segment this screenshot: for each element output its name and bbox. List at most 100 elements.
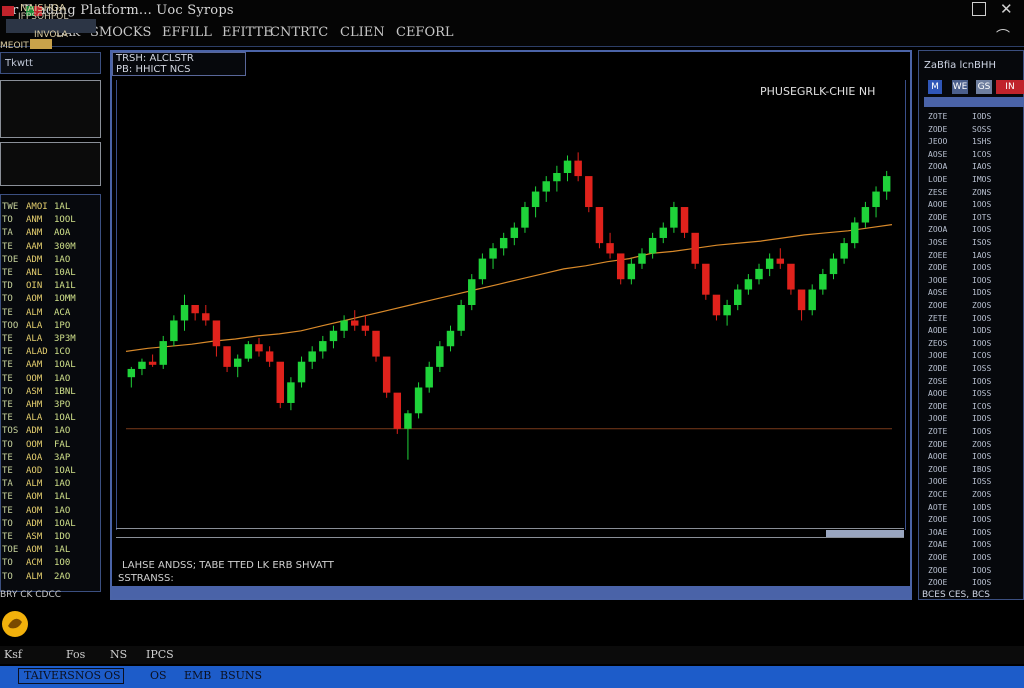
order-book-row[interactable]: ZOOE ZOOS bbox=[928, 301, 1022, 313]
order-book-row[interactable]: JOOE ICOS bbox=[928, 351, 1022, 363]
watchlist-row[interactable]: TO ANM 1OOL bbox=[0, 215, 98, 228]
watchlist-row[interactable]: TE AHM 3PO bbox=[0, 400, 98, 413]
order-book-row[interactable]: ZETE IOOS bbox=[928, 314, 1022, 326]
watchlist-row[interactable]: TE ALA 1OAL bbox=[0, 413, 98, 426]
watchlist-row[interactable]: TO ALM 2AO bbox=[0, 572, 98, 585]
watchlist-row[interactable]: TO ADM 1OAL bbox=[0, 519, 98, 532]
candle-body bbox=[627, 263, 636, 280]
watchlist-row[interactable]: TOE AOM 1AL bbox=[0, 545, 98, 558]
watchlist-row[interactable]: TOO ALA 1PO bbox=[0, 321, 98, 334]
candle bbox=[329, 325, 338, 349]
order-book-row[interactable]: ZOOE IOOS bbox=[928, 515, 1022, 527]
candle-body bbox=[297, 361, 306, 383]
watchlist-row[interactable]: TO AOM 1OMM bbox=[0, 294, 98, 307]
flag-icon[interactable] bbox=[2, 6, 14, 16]
order-book-row[interactable]: ZOOE IBOS bbox=[928, 465, 1022, 477]
tab-1[interactable]: M bbox=[928, 80, 942, 94]
watchlist-row[interactable]: TE AOM 1AO bbox=[0, 506, 98, 519]
watchlist-row[interactable]: TE AOM 1AL bbox=[0, 492, 98, 505]
candle-body bbox=[659, 227, 667, 238]
app-logo-icon[interactable] bbox=[0, 606, 30, 640]
candlestick-chart[interactable] bbox=[116, 80, 904, 530]
order-book-row[interactable]: ZOEE 1AOS bbox=[928, 251, 1022, 263]
bottom-item-3[interactable]: NS bbox=[110, 648, 127, 661]
bottom-item-1[interactable]: Ksf bbox=[4, 648, 22, 661]
order-book-row[interactable]: ZOSE IOOS bbox=[928, 377, 1022, 389]
order-book-row[interactable]: JOOE IDOS bbox=[928, 414, 1022, 426]
watchlist-row[interactable]: TE AOA 3AP bbox=[0, 453, 98, 466]
order-book-row[interactable]: ZOTE IODS bbox=[928, 112, 1022, 124]
order-book-row[interactable]: ZODE ICOS bbox=[928, 402, 1022, 414]
maximize-button[interactable] bbox=[972, 2, 986, 16]
order-book-row[interactable]: ZOAE IOOS bbox=[928, 540, 1022, 552]
order-book-row[interactable]: AOOE 1OOS bbox=[928, 200, 1022, 212]
time-scrollbar[interactable] bbox=[826, 530, 904, 537]
order-book-row[interactable]: ZOOE IOOS bbox=[928, 566, 1022, 578]
watchlist-row[interactable]: TE AAM 300M bbox=[0, 242, 98, 255]
watchlist-row[interactable]: TE ASM 1DO bbox=[0, 532, 98, 545]
menu-item-5[interactable]: CNTRTC bbox=[270, 25, 328, 40]
watchlist-row[interactable]: TE AOD 1OAL bbox=[0, 466, 98, 479]
order-book-row[interactable]: JOAE IOOS bbox=[928, 528, 1022, 540]
tab-4[interactable]: IN bbox=[996, 80, 1024, 94]
watchlist-cell: 1BNL bbox=[54, 386, 76, 397]
watchlist-row[interactable]: TA ALM 1AO bbox=[0, 479, 98, 492]
order-book-row[interactable]: AOSE 1DOS bbox=[928, 288, 1022, 300]
account-box[interactable] bbox=[0, 80, 101, 138]
watchlist-row[interactable]: TE OOM 1AO bbox=[0, 374, 98, 387]
menu-item-7[interactable]: CEFORL bbox=[396, 25, 454, 40]
menu-item-2[interactable]: SMOCKS bbox=[90, 25, 151, 40]
watchlist-row[interactable]: TE AAM 1OAL bbox=[0, 360, 98, 373]
order-book-row[interactable]: ZODE IOOS bbox=[928, 263, 1022, 275]
order-book-row[interactable]: AOSE 1COS bbox=[928, 150, 1022, 162]
watchlist-row[interactable]: TE ALM ACA bbox=[0, 308, 98, 321]
order-book-row[interactable]: ZOOE IOOS bbox=[928, 578, 1022, 590]
order-book-row[interactable]: ZODE IOTS bbox=[928, 213, 1022, 225]
order-book-row[interactable]: LODE IMOS bbox=[928, 175, 1022, 187]
order-book-row[interactable]: ZODE SOSS bbox=[928, 125, 1022, 137]
watchlist-row[interactable]: TE ALAD 1CO bbox=[0, 347, 98, 360]
watchlist-row[interactable]: TO ASM 1BNL bbox=[0, 387, 98, 400]
order-book-row[interactable]: JOOE IOSS bbox=[928, 477, 1022, 489]
order-book-row[interactable]: AOOE IOOS bbox=[928, 452, 1022, 464]
order-book-row[interactable]: AODE 1ODS bbox=[928, 326, 1022, 338]
order-box[interactable] bbox=[0, 142, 101, 186]
order-book-row[interactable]: ZOOA IOOS bbox=[928, 225, 1022, 237]
watchlist-row[interactable]: TWE AMOI 1AL bbox=[0, 202, 98, 215]
menu-item-4[interactable]: EFITTE bbox=[222, 25, 273, 40]
candle bbox=[223, 346, 231, 373]
profile-icon[interactable]: ⌒ bbox=[996, 26, 1010, 46]
bottom-item-4[interactable]: IPCS bbox=[146, 648, 174, 661]
watchlist-row[interactable]: TOE ADM 1AO bbox=[0, 255, 98, 268]
order-book-row[interactable]: ZOOE IOOS bbox=[928, 553, 1022, 565]
order-book-row[interactable]: ZOTE IOOS bbox=[928, 427, 1022, 439]
candle bbox=[489, 243, 497, 269]
watchlist-row[interactable]: TO ACM 1O0 bbox=[0, 558, 98, 571]
watchlist-row[interactable]: TO OOM FAL bbox=[0, 440, 98, 453]
tab-3[interactable]: GS bbox=[976, 80, 992, 94]
tab-2[interactable]: WE bbox=[952, 80, 968, 94]
close-icon[interactable]: ✕ bbox=[1000, 0, 1013, 18]
order-book-row[interactable]: AOOE IOSS bbox=[928, 389, 1022, 401]
menu-item-6[interactable]: CLIEN bbox=[340, 25, 385, 40]
watchlist-row[interactable]: TD OIN 1A1L bbox=[0, 281, 98, 294]
order-book-row[interactable]: JOOE IOOS bbox=[928, 276, 1022, 288]
order-book-row[interactable]: ZODE IOSS bbox=[928, 364, 1022, 376]
order-book-row[interactable]: ZODE ZOOS bbox=[928, 440, 1022, 452]
watchlist-row[interactable]: TE ANL 10AL bbox=[0, 268, 98, 281]
order-book-row[interactable]: ZESE ZONS bbox=[928, 188, 1022, 200]
order-book-row[interactable]: AOTE 1ODS bbox=[928, 503, 1022, 515]
watchlist-row[interactable]: TA ANM AOA bbox=[0, 228, 98, 241]
menu-item-3[interactable]: EFFILL bbox=[162, 25, 212, 40]
order-book-row[interactable]: ZOCE ZOOS bbox=[928, 490, 1022, 502]
watchlist-cell: 1AO bbox=[54, 373, 71, 384]
order-book-cell: IOOS bbox=[972, 515, 992, 525]
watchlist-row[interactable]: TOS ADM 1AO bbox=[0, 426, 98, 439]
order-book-row[interactable]: JOSE ISOS bbox=[928, 238, 1022, 250]
candle bbox=[627, 258, 636, 285]
order-book-row[interactable]: JEOO 1SHS bbox=[928, 137, 1022, 149]
order-book-row[interactable]: ZOOA IAOS bbox=[928, 162, 1022, 174]
watchlist-row[interactable]: TE ALA 3P3M bbox=[0, 334, 98, 347]
order-book-row[interactable]: ZEOS IOOS bbox=[928, 339, 1022, 351]
bottom-item-2[interactable]: Fos bbox=[66, 648, 85, 661]
